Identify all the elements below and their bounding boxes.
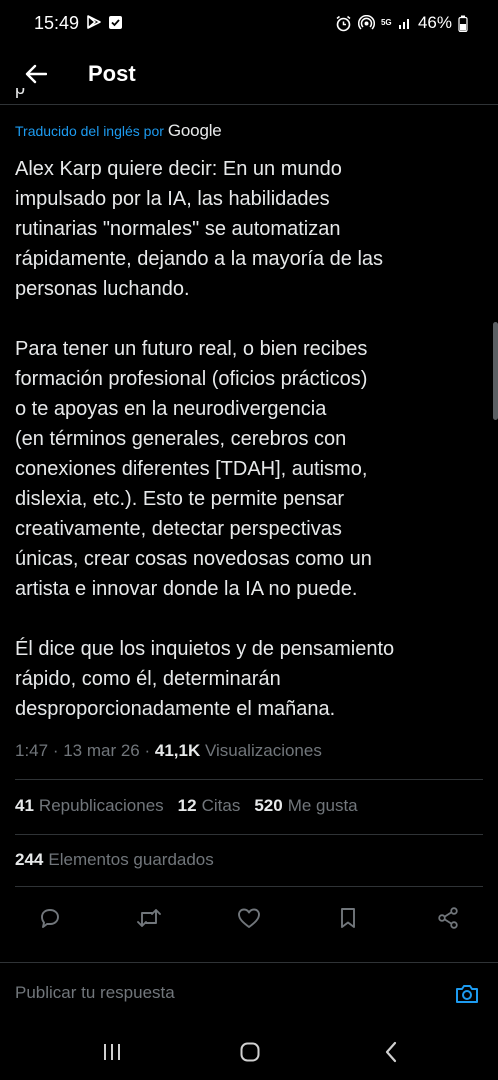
post-line: artista e innovar donde la IA no puede. xyxy=(15,578,358,600)
play-store-icon xyxy=(87,15,101,29)
post-line: rápidamente, dejando a la mayoría de las xyxy=(15,248,384,270)
likes-label: Me gusta xyxy=(287,796,358,815)
camera-icon xyxy=(456,985,478,1003)
post-line: únicas, crear cosas novedosas como un xyxy=(15,548,372,570)
post-line: creativamente, detectar perspectivas xyxy=(15,518,342,540)
alarm-icon xyxy=(336,15,351,31)
hotspot-icon xyxy=(357,14,375,30)
likes-count: 520 xyxy=(254,796,283,815)
divider xyxy=(15,779,483,780)
post-line: desproporcionadamente el mañana. xyxy=(15,698,336,720)
post-line: formación profesional (oficios prácticos… xyxy=(15,368,368,390)
network-type: 5G xyxy=(380,18,392,27)
views-count: 41,1K xyxy=(154,741,201,760)
post-line: dislexia, etc.). Esto te permite pensar xyxy=(15,488,345,510)
post-paragraph: Él dice que los inquietos y de pensamien… xyxy=(15,634,485,724)
post-line: Alex Karp quiere decir: En un mundo xyxy=(15,158,342,180)
post-line: (en términos generales, cerebros con xyxy=(15,428,347,450)
home-button[interactable] xyxy=(235,1038,265,1066)
views-label[interactable]: Visualizaciones xyxy=(205,741,322,760)
post-meta: 1:47 · 13 mar 26 · 41,1K Visualizaciones xyxy=(15,741,322,761)
scrollbar[interactable] xyxy=(493,322,498,420)
post-line: conexiones diferentes [TDAH], autismo, xyxy=(15,458,368,480)
meta-separator: · xyxy=(139,741,155,760)
quotes-label: Citas xyxy=(201,796,241,815)
post-line: impulsado por la IA, las habilidades xyxy=(15,188,330,210)
meta-separator: · xyxy=(48,741,64,760)
signal-icon xyxy=(398,19,409,29)
divider xyxy=(15,834,483,835)
reposts-label: Republicaciones xyxy=(38,796,164,815)
reply-button[interactable] xyxy=(36,904,64,932)
home-icon xyxy=(240,1042,260,1062)
post-paragraph: Para tener un futuro real, o bien recibe… xyxy=(15,334,485,604)
system-status-icons: 5G 46% xyxy=(335,13,468,33)
post-line: rápido, como él, determinarán xyxy=(15,668,281,690)
reply-input[interactable]: Publicar tu respuesta xyxy=(15,983,175,1003)
clipped-previous-text: p xyxy=(15,88,26,98)
post-line: rutinarias "normales" se automatizan xyxy=(15,218,341,240)
post-text: Alex Karp quiere decir: En un mundo impu… xyxy=(15,154,485,754)
status-time: 15:49 xyxy=(34,13,80,33)
quotes-count: 12 xyxy=(177,796,197,815)
post-line: Él dice que los inquietos y de pensamien… xyxy=(15,638,395,660)
like-icon xyxy=(238,908,260,928)
post-date: 13 mar 26 xyxy=(63,741,140,760)
recent-apps-icon xyxy=(104,1044,120,1060)
share-button[interactable] xyxy=(434,904,462,932)
post-line: o te apoyas en la neurodivergencia xyxy=(15,398,327,420)
bookmarks-label: Elementos guardados xyxy=(48,850,214,869)
translation-label: Traducido del inglés por xyxy=(15,123,164,139)
divider xyxy=(15,886,483,887)
google-logo: Google xyxy=(167,121,222,140)
header-divider xyxy=(0,104,498,105)
quotes-stat[interactable]: 12 Citas xyxy=(178,796,241,816)
engagement-stats: 41 Republicaciones 12 Citas 520 Me gusta xyxy=(15,796,358,816)
likes-stat[interactable]: 520 Me gusta xyxy=(254,796,357,816)
reposts-count: 41 xyxy=(15,796,34,815)
chevron-left-icon xyxy=(385,1041,397,1063)
system-navigation-bar xyxy=(0,1024,498,1080)
post-action-bar xyxy=(0,898,498,938)
repost-button[interactable] xyxy=(135,904,163,932)
post-paragraph: Alex Karp quiere decir: En un mundo impu… xyxy=(15,154,485,304)
share-icon xyxy=(438,907,458,929)
bookmark-button[interactable] xyxy=(334,904,362,932)
status-bar: 15:49 5G 46% xyxy=(0,0,498,48)
bookmarks-count: 244 xyxy=(15,850,44,869)
post-time: 1:47 xyxy=(15,741,49,760)
battery-percent: 46% xyxy=(417,13,452,32)
back-button[interactable] xyxy=(18,56,54,92)
page-title: Post xyxy=(88,61,136,86)
check-box-icon xyxy=(109,15,122,29)
bookmark-icon xyxy=(341,908,355,928)
arrow-left-icon xyxy=(25,64,47,84)
translation-attribution[interactable]: Traducido del inglés por Google xyxy=(15,121,222,141)
like-button[interactable] xyxy=(235,904,263,932)
battery-icon xyxy=(458,15,468,32)
reply-composer: Publicar tu respuesta xyxy=(0,962,498,1024)
notification-icons xyxy=(86,14,123,30)
post-line: Para tener un futuro real, o bien recibe… xyxy=(15,338,368,360)
recent-apps-button[interactable] xyxy=(97,1038,127,1066)
post-line: personas luchando. xyxy=(15,278,190,300)
repost-icon xyxy=(137,909,161,927)
camera-button[interactable] xyxy=(452,979,482,1009)
bookmarks-stat[interactable]: 244 Elementos guardados xyxy=(15,850,214,870)
system-back-button[interactable] xyxy=(376,1038,406,1066)
reposts-stat[interactable]: 41 Republicaciones xyxy=(15,796,164,816)
reply-icon xyxy=(41,909,59,928)
